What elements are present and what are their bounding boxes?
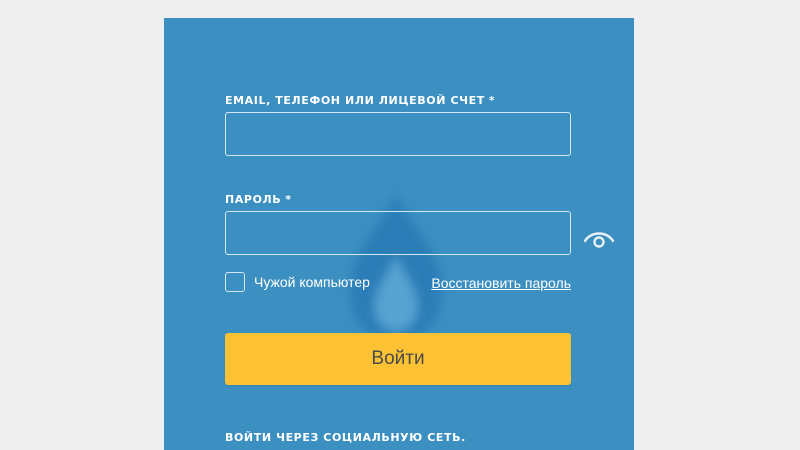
required-mark: *: [285, 193, 292, 206]
password-label: ПАРОЛЬ *: [225, 193, 292, 206]
login-button[interactable]: Войти: [225, 333, 571, 385]
password-label-text: ПАРОЛЬ: [225, 193, 282, 206]
foreign-computer-label: Чужой компьютер: [254, 274, 370, 290]
restore-password-link[interactable]: Восстановить пароль: [431, 275, 571, 291]
login-label: EMAIL, ТЕЛЕФОН ИЛИ ЛИЦЕВОЙ СЧЕТ *: [225, 94, 495, 107]
login-panel: EMAIL, ТЕЛЕФОН ИЛИ ЛИЦЕВОЙ СЧЕТ * ПАРОЛЬ *…: [164, 18, 634, 450]
password-input[interactable]: [225, 211, 571, 255]
foreign-computer-checkbox[interactable]: [225, 272, 245, 292]
social-login-label: ВОЙТИ ЧЕРЕЗ СОЦИАЛЬНУЮ СЕТЬ.: [225, 431, 466, 444]
login-label-text: EMAIL, ТЕЛЕФОН ИЛИ ЛИЦЕВОЙ СЧЕТ: [225, 94, 485, 107]
remember-row: Чужой компьютер Восстановить пароль: [225, 272, 571, 294]
eye-icon[interactable]: [583, 228, 615, 250]
login-input[interactable]: [225, 112, 571, 156]
required-mark: *: [488, 94, 496, 107]
